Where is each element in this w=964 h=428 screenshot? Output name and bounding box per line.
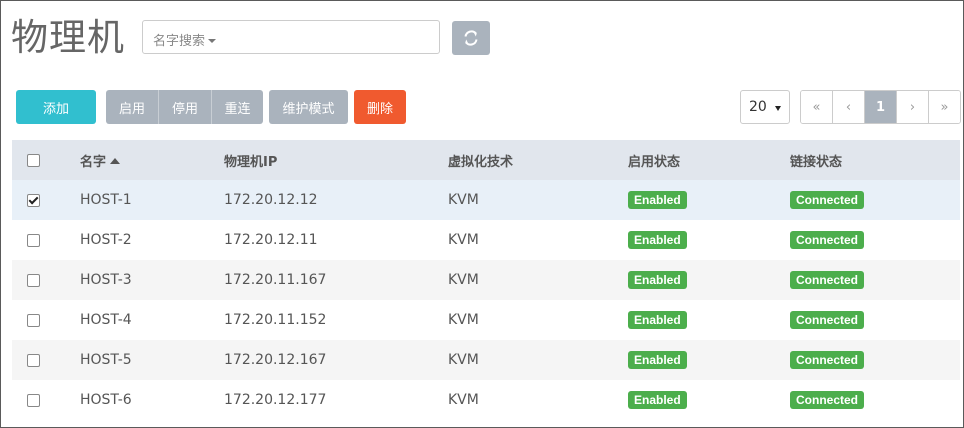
search-input[interactable]: 名字搜索 [142, 20, 440, 54]
column-header-ip[interactable]: 物理机IP [224, 140, 448, 180]
host-table: 名字 物理机IP 虚拟化技术 启用状态 链接状态 HOST-1 172.20.1… [12, 140, 960, 420]
page-size-value: 20 [749, 99, 767, 115]
maintenance-mode-button[interactable]: 维护模式 [269, 90, 348, 124]
link-status-badge: Connected [790, 271, 865, 289]
host-ip: 172.20.12.177 [224, 380, 448, 420]
row-checkbox[interactable] [27, 273, 40, 287]
prev-page-button[interactable]: ‹ [833, 91, 865, 123]
reconnect-button[interactable]: 重连 [212, 90, 263, 124]
column-header-name[interactable]: 名字 [72, 140, 224, 180]
host-name: HOST-1 [72, 180, 224, 220]
enable-status-badge: Enabled [628, 271, 687, 289]
last-page-button[interactable]: » [929, 91, 960, 123]
column-header-enable-status[interactable]: 启用状态 [628, 140, 790, 180]
table-row[interactable]: HOST-2 172.20.12.11 KVM Enabled Connecte… [12, 220, 960, 260]
first-page-button[interactable]: « [801, 91, 833, 123]
caret-down-icon[interactable] [208, 38, 217, 43]
table-row[interactable]: HOST-5 172.20.12.167 KVM Enabled Connect… [12, 340, 960, 380]
table-row[interactable]: HOST-4 172.20.11.152 KVM Enabled Connect… [12, 300, 960, 340]
link-status-cell: Connected [790, 340, 960, 380]
link-status-cell: Connected [790, 380, 960, 420]
select-all-checkbox[interactable] [27, 153, 40, 167]
host-action-group: 启用 停用 重连 [106, 90, 263, 124]
host-virtualization: KVM [448, 180, 628, 220]
host-virtualization: KVM [448, 220, 628, 260]
host-virtualization: KVM [448, 340, 628, 380]
host-ip: 172.20.11.167 [224, 260, 448, 300]
host-virtualization: KVM [448, 380, 628, 420]
row-checkbox[interactable] [27, 233, 40, 247]
enable-status-cell: Enabled [628, 380, 790, 420]
pagination: « ‹ 1 › » [800, 90, 961, 124]
host-ip: 172.20.12.11 [224, 220, 448, 260]
row-select-cell [12, 260, 72, 300]
row-select-cell [12, 180, 72, 220]
link-status-badge: Connected [790, 231, 865, 249]
row-select-cell [12, 340, 72, 380]
sort-ascending-icon [110, 158, 121, 164]
host-virtualization: KVM [448, 260, 628, 300]
enable-status-badge: Enabled [628, 391, 687, 409]
row-select-cell [12, 300, 72, 340]
table-row[interactable]: HOST-6 172.20.12.177 KVM Enabled Connect… [12, 380, 960, 420]
enable-status-badge: Enabled [628, 191, 687, 209]
enable-status-cell: Enabled [628, 260, 790, 300]
link-status-badge: Connected [790, 391, 865, 409]
enable-status-badge: Enabled [628, 311, 687, 329]
host-name: HOST-6 [72, 380, 224, 420]
refresh-button[interactable] [452, 21, 490, 55]
row-checkbox[interactable] [27, 193, 40, 207]
link-status-cell: Connected [790, 260, 960, 300]
row-select-cell [12, 380, 72, 420]
row-checkbox[interactable] [27, 393, 40, 407]
link-status-cell: Connected [790, 220, 960, 260]
enable-button[interactable]: 启用 [106, 90, 159, 124]
enable-status-badge: Enabled [628, 231, 687, 249]
caret-down-icon [775, 106, 781, 111]
select-all-cell [12, 140, 72, 180]
enable-status-cell: Enabled [628, 300, 790, 340]
page-title: 物理机 [11, 16, 125, 59]
enable-status-cell: Enabled [628, 220, 790, 260]
next-page-button[interactable]: › [897, 91, 929, 123]
host-virtualization: KVM [448, 300, 628, 340]
table-row[interactable]: HOST-1 172.20.12.12 KVM Enabled Connecte… [12, 180, 960, 220]
link-status-cell: Connected [790, 300, 960, 340]
link-status-cell: Connected [790, 180, 960, 220]
enable-status-badge: Enabled [628, 351, 687, 369]
host-name: HOST-4 [72, 300, 224, 340]
column-header-name-label: 名字 [80, 154, 107, 170]
host-ip: 172.20.12.12 [224, 180, 448, 220]
refresh-icon [464, 30, 478, 46]
enable-status-cell: Enabled [628, 340, 790, 380]
link-status-badge: Connected [790, 191, 865, 209]
link-status-badge: Connected [790, 351, 865, 369]
row-select-cell [12, 220, 72, 260]
add-button[interactable]: 添加 [16, 90, 96, 124]
table-row[interactable]: HOST-3 172.20.11.167 KVM Enabled Connect… [12, 260, 960, 300]
delete-button[interactable]: 删除 [354, 90, 406, 124]
enable-status-cell: Enabled [628, 180, 790, 220]
disable-button[interactable]: 停用 [159, 90, 212, 124]
search-placeholder: 名字搜索 [153, 34, 206, 49]
link-status-badge: Connected [790, 311, 865, 329]
column-header-link-status[interactable]: 链接状态 [790, 140, 960, 180]
host-name: HOST-3 [72, 260, 224, 300]
host-ip: 172.20.11.152 [224, 300, 448, 340]
table-header-row: 名字 物理机IP 虚拟化技术 启用状态 链接状态 [12, 140, 960, 180]
page-size-select[interactable]: 20 [740, 90, 790, 124]
current-page-button[interactable]: 1 [865, 91, 897, 123]
column-header-virtualization[interactable]: 虚拟化技术 [448, 140, 628, 180]
row-checkbox[interactable] [27, 313, 40, 327]
host-ip: 172.20.12.167 [224, 340, 448, 380]
host-name: HOST-2 [72, 220, 224, 260]
host-name: HOST-5 [72, 340, 224, 380]
row-checkbox[interactable] [27, 353, 40, 367]
